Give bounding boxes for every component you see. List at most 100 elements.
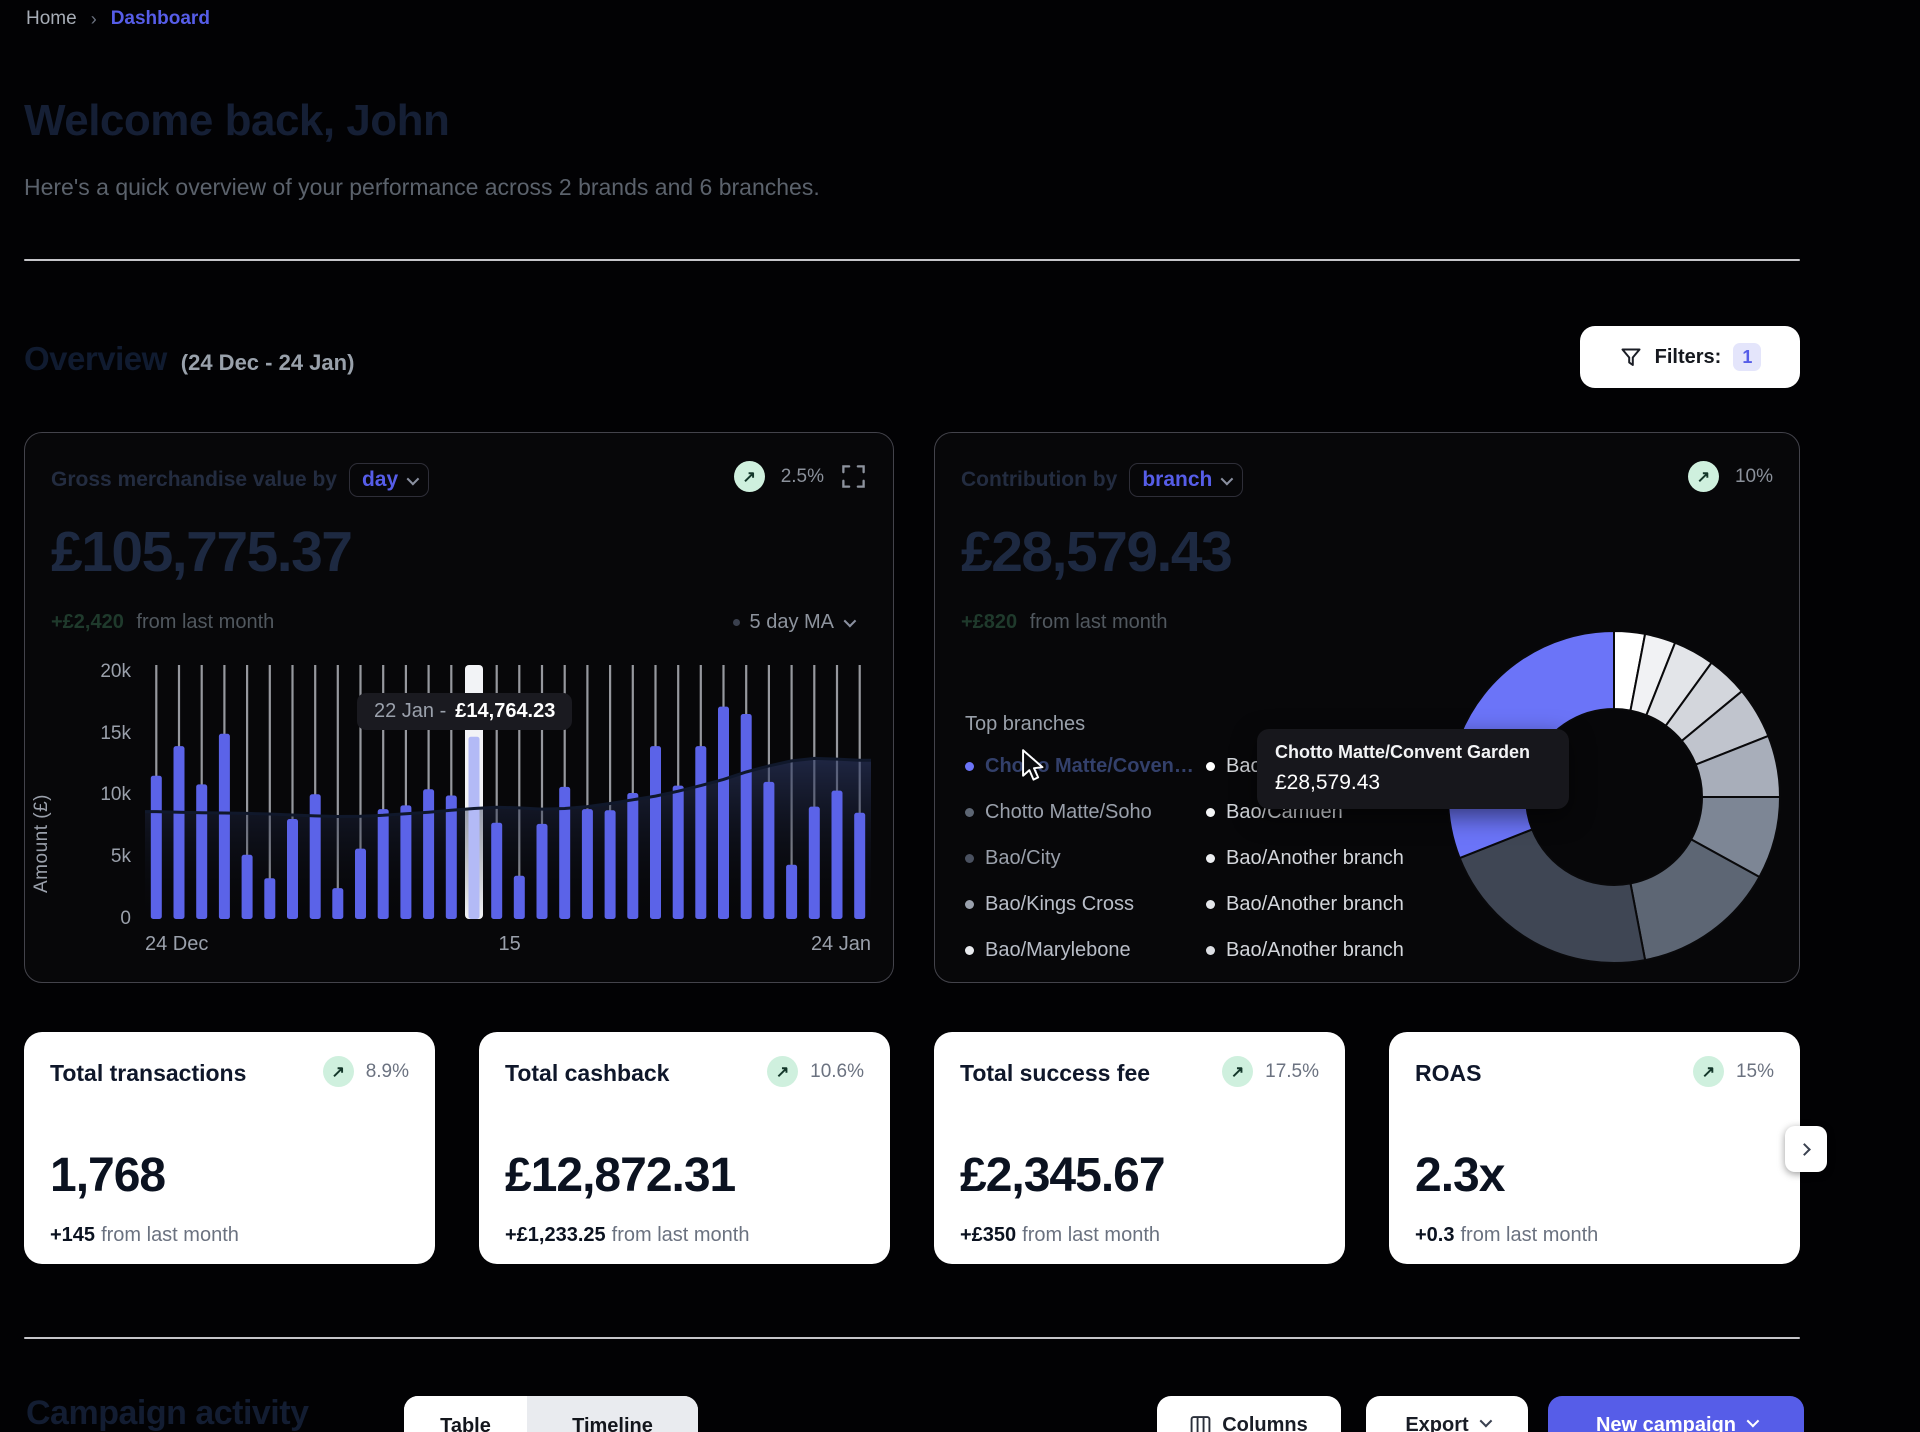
- branch-legend-column-1: Chotto Matte/Covent Garden Chotto Matte/…: [965, 754, 1200, 962]
- legend-item-branch[interactable]: Bao/Another branch: [1206, 938, 1441, 962]
- branch-tooltip-title: Chotto Matte/Convent Garden: [1275, 742, 1551, 763]
- breadcrumb-current[interactable]: Dashboard: [111, 8, 210, 30]
- kpi-delta-suffix: from last month: [612, 1224, 750, 1246]
- breadcrumb-home-link[interactable]: Home: [26, 8, 77, 30]
- legend-item-branch[interactable]: Bao/Marylebone: [965, 938, 1200, 962]
- trend-up-icon: ↗: [1688, 461, 1719, 492]
- kpi-card-total-success-fee: Total success fee ↗ 17.5% £2,345.67 +£35…: [934, 1032, 1345, 1264]
- filters-button[interactable]: Filters: 1: [1580, 326, 1800, 388]
- legend-label: Bao/Another branch: [1226, 847, 1404, 870]
- gmv-value: £105,775.37: [51, 519, 351, 585]
- contribution-value: £28,579.43: [961, 519, 1231, 585]
- new-campaign-label: New campaign: [1596, 1414, 1736, 1432]
- new-campaign-button[interactable]: New campaign: [1548, 1396, 1804, 1432]
- kpi-delta-suffix: from last month: [1022, 1224, 1160, 1246]
- contribution-card-title: Contribution by: [961, 468, 1117, 492]
- contribution-granularity-value: branch: [1142, 468, 1212, 492]
- y-tick: 20k: [71, 661, 131, 683]
- legend-item-branch[interactable]: Chotto Matte/Soho: [965, 800, 1200, 824]
- tab-table[interactable]: Table: [404, 1396, 527, 1432]
- y-axis-label: Amount (£): [31, 693, 53, 893]
- kpi-value: £2,345.67: [960, 1148, 1165, 1203]
- filter-funnel-icon: [1619, 345, 1643, 369]
- legend-dot: [1206, 900, 1215, 909]
- tooltip-date: 22 Jan -: [374, 700, 446, 723]
- overview-date-range: (24 Dec - 24 Jan): [181, 350, 355, 376]
- branch-tooltip-value: £28,579.43: [1275, 771, 1551, 795]
- divider: [24, 1337, 1800, 1339]
- kpi-title: Total success fee: [960, 1060, 1150, 1087]
- trend-up-icon: ↗: [1222, 1056, 1253, 1087]
- campaign-activity-title: Campaign activity: [26, 1394, 308, 1432]
- legend-label: Bao/Kings Cross: [985, 893, 1134, 916]
- kpi-delta-suffix: from last month: [101, 1224, 239, 1246]
- legend-item-branch[interactable]: Bao/Kings Cross: [965, 892, 1200, 916]
- gmv-card: Gross merchandise value by day ↗ 2.5% £1…: [24, 432, 894, 983]
- kpi-value: £12,872.31: [505, 1148, 735, 1203]
- kpi-delta: +£1,233.25: [505, 1224, 606, 1246]
- legend-label: Bao/Another branch: [1226, 893, 1404, 916]
- kpi-change-pct: 15%: [1736, 1061, 1774, 1083]
- trend-up-icon: ↗: [323, 1056, 354, 1087]
- legend-dot: [965, 762, 974, 771]
- y-tick: 0: [71, 908, 131, 930]
- legend-dot: [965, 900, 974, 909]
- legend-dot: [965, 854, 974, 863]
- divider: [24, 259, 1800, 261]
- kpi-delta: +£350: [960, 1224, 1016, 1246]
- kpi-value: 1,768: [50, 1148, 165, 1203]
- chevron-right-icon: [1798, 1143, 1811, 1156]
- kpi-card-total-cashback: Total cashback ↗ 10.6% £12,872.31 +£1,23…: [479, 1032, 890, 1264]
- chevron-down-icon: [407, 472, 420, 485]
- legend-item-branch[interactable]: Bao/Another branch: [1206, 892, 1441, 916]
- view-tabs: Table Timeline: [404, 1396, 698, 1432]
- tooltip-value: £14,764.23: [455, 700, 555, 723]
- legend-item-branch[interactable]: Chotto Matte/Covent Garden: [965, 754, 1200, 778]
- kpi-change-pct: 17.5%: [1265, 1061, 1319, 1083]
- kpi-title: Total cashback: [505, 1060, 669, 1087]
- kpi-card-total-transactions: Total transactions ↗ 8.9% 1,768 +145from…: [24, 1032, 435, 1264]
- ma-label: 5 day MA: [750, 611, 834, 634]
- breadcrumb: Home › Dashboard: [26, 8, 210, 30]
- gmv-chart-tooltip: 22 Jan - £14,764.23: [357, 693, 572, 730]
- overview-header: Overview (24 Dec - 24 Jan): [24, 340, 354, 378]
- gmv-granularity-dropdown[interactable]: day: [349, 463, 429, 497]
- kpi-carousel-next-button[interactable]: [1785, 1126, 1827, 1172]
- columns-icon: [1190, 1415, 1211, 1432]
- expand-icon[interactable]: [840, 463, 867, 490]
- contribution-granularity-dropdown[interactable]: branch: [1129, 463, 1243, 497]
- tab-timeline[interactable]: Timeline: [527, 1396, 698, 1432]
- ma-dropdown[interactable]: 5 day MA: [733, 611, 853, 634]
- page-subtitle: Here's a quick overview of your performa…: [24, 174, 820, 201]
- legend-label: Bao/City: [985, 847, 1061, 870]
- legend-dot: [1206, 762, 1215, 771]
- gmv-change-pct: 2.5%: [781, 466, 824, 488]
- gmv-delta-suffix: from last month: [136, 611, 274, 633]
- legend-dot: [1206, 808, 1215, 817]
- y-tick: 10k: [71, 784, 131, 806]
- export-button[interactable]: Export: [1366, 1396, 1528, 1432]
- kpi-delta: +0.3: [1415, 1224, 1454, 1246]
- export-label: Export: [1405, 1414, 1468, 1432]
- columns-button[interactable]: Columns: [1157, 1396, 1341, 1432]
- gmv-card-title: Gross merchandise value by: [51, 468, 337, 492]
- filters-label: Filters:: [1655, 346, 1722, 369]
- legend-item-branch[interactable]: Bao/City: [965, 846, 1200, 870]
- x-tick: 15: [499, 933, 521, 956]
- kpi-change-pct: 8.9%: [366, 1061, 409, 1083]
- top-branches-label: Top branches: [965, 713, 1085, 736]
- x-tick: 24 Dec: [145, 933, 208, 956]
- y-tick: 5k: [71, 846, 131, 868]
- legend-label: Bao/Another branch: [1226, 939, 1404, 962]
- page-title: Welcome back, John: [24, 96, 449, 146]
- contribution-delta: +£820: [961, 611, 1017, 633]
- contribution-delta-suffix: from last month: [1030, 611, 1168, 633]
- legend-item-branch[interactable]: Bao/Another branch: [1206, 846, 1441, 870]
- x-axis: 24 Dec 15 24 Jan: [145, 933, 871, 956]
- columns-label: Columns: [1222, 1414, 1308, 1432]
- legend-dot: [1206, 946, 1215, 955]
- breadcrumb-separator: ›: [91, 9, 97, 30]
- contribution-change-pct: 10%: [1735, 466, 1773, 488]
- kpi-delta-suffix: from last month: [1460, 1224, 1598, 1246]
- gmv-delta: +£2,420: [51, 611, 124, 633]
